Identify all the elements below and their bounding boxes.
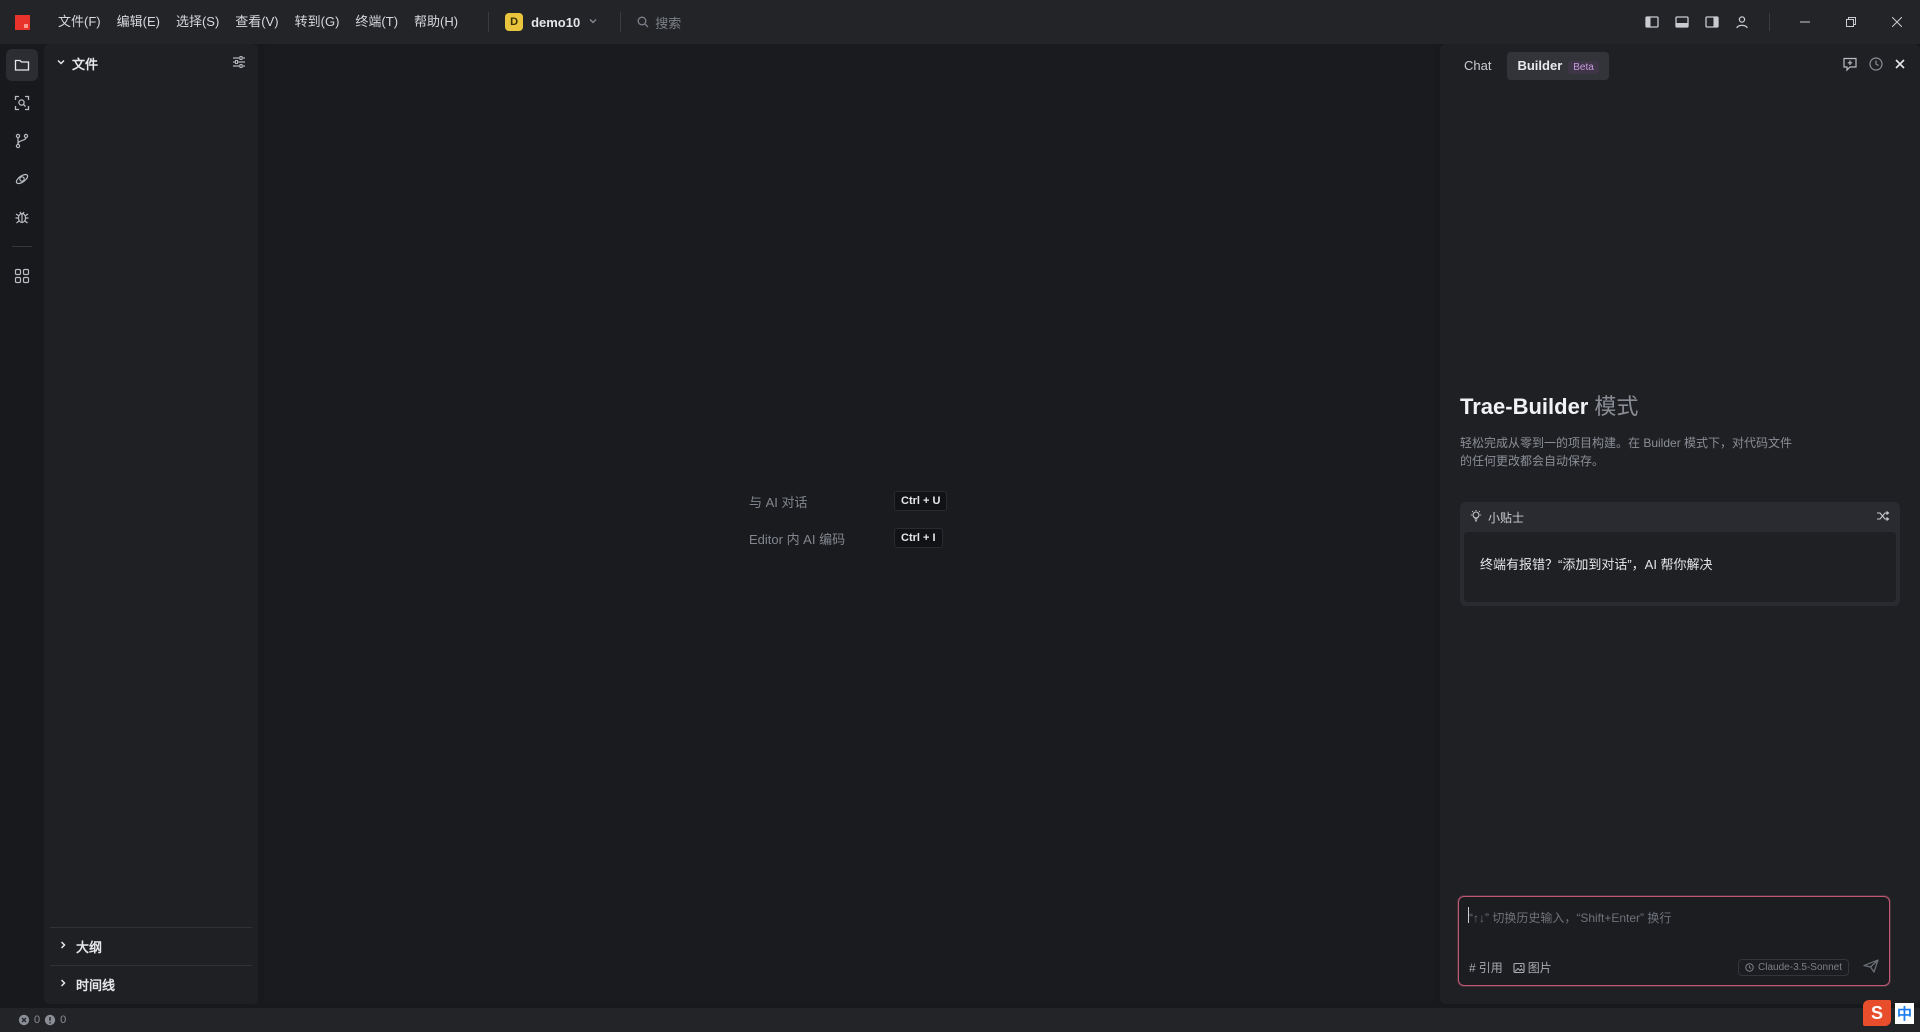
toggle-panel-icon[interactable] — [1667, 7, 1697, 37]
tip-text: 终端有报错？“添加到对话”，AI 帮你解决 — [1464, 532, 1896, 602]
app-logo — [15, 14, 30, 30]
explorer-icon[interactable] — [6, 49, 38, 81]
source-control-icon[interactable] — [6, 125, 38, 157]
chevron-down-icon — [588, 16, 598, 29]
toggle-sidebar-icon[interactable] — [1637, 7, 1667, 37]
model-selector[interactable]: Claude-3.5-Sonnet — [1738, 959, 1849, 976]
chevron-down-icon — [56, 57, 66, 70]
close-icon[interactable] — [1894, 58, 1906, 73]
chat-input[interactable]: “↑↓” 切换历史输入，“Shift+Enter” 换行 # 引用 图片 Clau… — [1458, 896, 1890, 986]
new-chat-icon[interactable] — [1842, 56, 1858, 75]
explorer-title: 文件 — [72, 56, 99, 72]
extensions-icon[interactable] — [6, 260, 38, 292]
toggle-secondary-sidebar-icon[interactable] — [1697, 7, 1727, 37]
hint-inline-ai: Editor 内 AI 编码 Ctrl + I — [749, 528, 943, 548]
warning-icon — [44, 1014, 56, 1026]
explorer-header[interactable]: 文件 — [44, 44, 258, 82]
reference-label: 引用 — [1478, 961, 1503, 975]
shuffle-icon[interactable] — [1876, 510, 1890, 525]
shortcut-key: Ctrl + U — [894, 491, 948, 511]
close-window-button[interactable] — [1874, 0, 1920, 44]
project-name: demo10 — [531, 14, 581, 30]
beta-badge: Beta — [1568, 61, 1599, 74]
tab-chat[interactable]: Chat — [1454, 52, 1501, 80]
search-icon — [637, 16, 649, 28]
chevron-right-icon — [58, 940, 68, 953]
file-explorer: 文件 大纲 时间线 — [44, 44, 258, 1004]
divider — [12, 246, 32, 247]
restore-button[interactable] — [1828, 0, 1874, 44]
warning-count: 0 — [60, 1014, 67, 1026]
menu-view[interactable]: 查看(V) — [227, 8, 286, 36]
model-icon — [1745, 963, 1754, 972]
input-tools: # 引用 图片 — [1469, 959, 1552, 976]
search-placeholder: 搜索 — [655, 15, 682, 31]
send-icon[interactable] — [1863, 959, 1879, 976]
builder-title: Trae-Builder 模式 — [1460, 389, 1638, 421]
menu-selection[interactable]: 选择(S) — [168, 8, 227, 36]
search-box[interactable]: 搜索 — [620, 12, 681, 32]
ime-mode-label: 中 — [1894, 1002, 1914, 1024]
account-icon[interactable] — [1727, 7, 1757, 37]
hint-label: Editor 内 AI 编码 — [749, 531, 846, 547]
hash-icon: # — [1469, 960, 1476, 975]
hint-chat: 与 AI 对话 Ctrl + U — [749, 491, 948, 511]
builder-title-mode: 模式 — [1594, 394, 1639, 419]
model-name: Claude-3.5-Sonnet — [1758, 962, 1842, 973]
problems-indicator[interactable]: 0 0 — [18, 1014, 66, 1026]
divider — [1769, 13, 1770, 31]
builder-title-name: Trae-Builder — [1460, 394, 1589, 419]
menu-go[interactable]: 转到(G) — [287, 8, 348, 36]
filter-settings-icon[interactable] — [232, 55, 246, 71]
editor-area[interactable]: 与 AI 对话 Ctrl + U Editor 内 AI 编码 Ctrl + I — [264, 44, 1434, 1004]
status-bar: 0 0 — [0, 1008, 1920, 1032]
debug-bug-icon[interactable] — [6, 201, 38, 233]
history-icon[interactable] — [1868, 56, 1884, 75]
tab-builder-label: Builder — [1517, 58, 1563, 73]
outline-label: 大纲 — [76, 939, 103, 955]
title-bar: 文件(F) 编辑(E) 选择(S) 查看(V) 转到(G) 终端(T) 帮助(H… — [0, 0, 1920, 44]
search-scan-icon[interactable] — [6, 87, 38, 119]
image-label: 图片 — [1527, 961, 1552, 975]
timeline-label: 时间线 — [76, 977, 116, 993]
menu-help[interactable]: 帮助(H) — [406, 8, 466, 36]
shortcut-key: Ctrl + I — [894, 528, 943, 548]
lightbulb-icon — [1470, 509, 1482, 525]
activity-bar — [0, 44, 44, 1004]
minimize-button[interactable] — [1782, 0, 1828, 44]
tab-builder[interactable]: Builder Beta — [1507, 52, 1609, 80]
chevron-right-icon — [58, 978, 68, 991]
project-switcher[interactable]: D demo10 — [488, 12, 598, 32]
ime-indicator[interactable]: S 中 — [1862, 1000, 1914, 1026]
error-icon — [18, 1014, 30, 1026]
sogou-ime-icon: S — [1862, 1000, 1891, 1026]
remote-link-icon[interactable] — [6, 163, 38, 195]
image-icon — [1513, 962, 1525, 973]
project-badge: D — [505, 13, 524, 31]
tips-title: 小贴士 — [1488, 510, 1525, 525]
ai-tabs: Chat Builder Beta — [1454, 52, 1609, 80]
tips-header: 小贴士 — [1460, 502, 1900, 532]
ai-panel: Chat Builder Beta Trae-Builder 模式 轻松完成从零到一… — [1440, 44, 1920, 1004]
error-count: 0 — [34, 1014, 41, 1026]
builder-description: 轻松完成从零到一的项目构建。在 Builder 模式下，对代码文件的任何更改都会… — [1460, 436, 1793, 468]
hint-label: 与 AI 对话 — [749, 494, 808, 510]
menu-terminal[interactable]: 终端(T) — [347, 8, 406, 36]
reference-button[interactable]: # 引用 — [1469, 959, 1503, 976]
ai-panel-actions — [1842, 56, 1906, 75]
outline-section[interactable]: 大纲 — [50, 927, 252, 964]
menu-edit[interactable]: 编辑(E) — [109, 8, 168, 36]
menu-file[interactable]: 文件(F) — [50, 8, 109, 36]
tips-card: 小贴士 终端有报错？“添加到对话”，AI 帮你解决 — [1460, 502, 1900, 606]
menu-bar: 文件(F) 编辑(E) 选择(S) 查看(V) 转到(G) 终端(T) 帮助(H… — [50, 8, 466, 36]
image-button[interactable]: 图片 — [1513, 959, 1552, 976]
timeline-section[interactable]: 时间线 — [50, 965, 252, 1002]
chat-input-placeholder: “↑↓” 切换历史输入，“Shift+Enter” 换行 — [1469, 911, 1672, 925]
